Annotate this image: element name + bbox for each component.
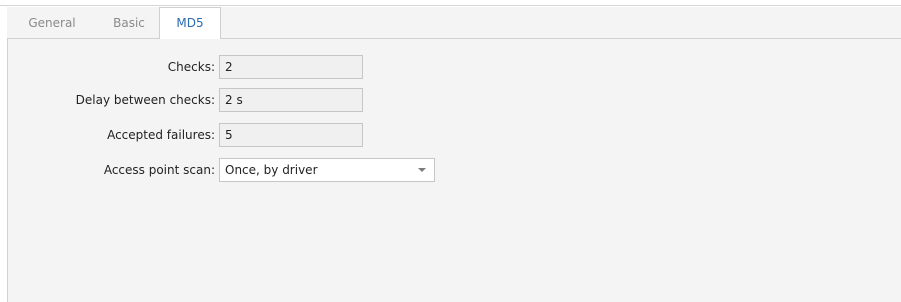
failures-row: Accepted failures: 5 (8, 123, 901, 147)
tab-bar: General Basic MD5 (7, 7, 901, 40)
failures-field[interactable]: 5 (219, 123, 363, 147)
checks-row: Checks: 2 (8, 55, 901, 79)
checks-field[interactable]: 2 (219, 55, 363, 79)
delay-label: Delay between checks: (75, 93, 215, 107)
tab-basic[interactable]: Basic (97, 7, 161, 39)
failures-label: Accepted failures: (107, 128, 215, 142)
chevron-down-icon[interactable] (418, 168, 426, 172)
delay-row: Delay between checks: 2 s (8, 88, 901, 112)
tab-general[interactable]: General (7, 7, 97, 39)
scan-row: Access point scan: Once, by driver (8, 158, 901, 182)
tab-md5[interactable]: MD5 (159, 7, 221, 40)
md5-settings-panel: Checks: 2 Delay between checks: 2 s Acce… (7, 39, 901, 302)
access-point-scan-select[interactable]: Once, by driver (219, 158, 435, 182)
checks-label: Checks: (167, 60, 215, 74)
top-divider (0, 0, 901, 6)
delay-field[interactable]: 2 s (219, 88, 363, 112)
scan-selected-value: Once, by driver (225, 163, 318, 177)
scan-label: Access point scan: (103, 163, 215, 177)
